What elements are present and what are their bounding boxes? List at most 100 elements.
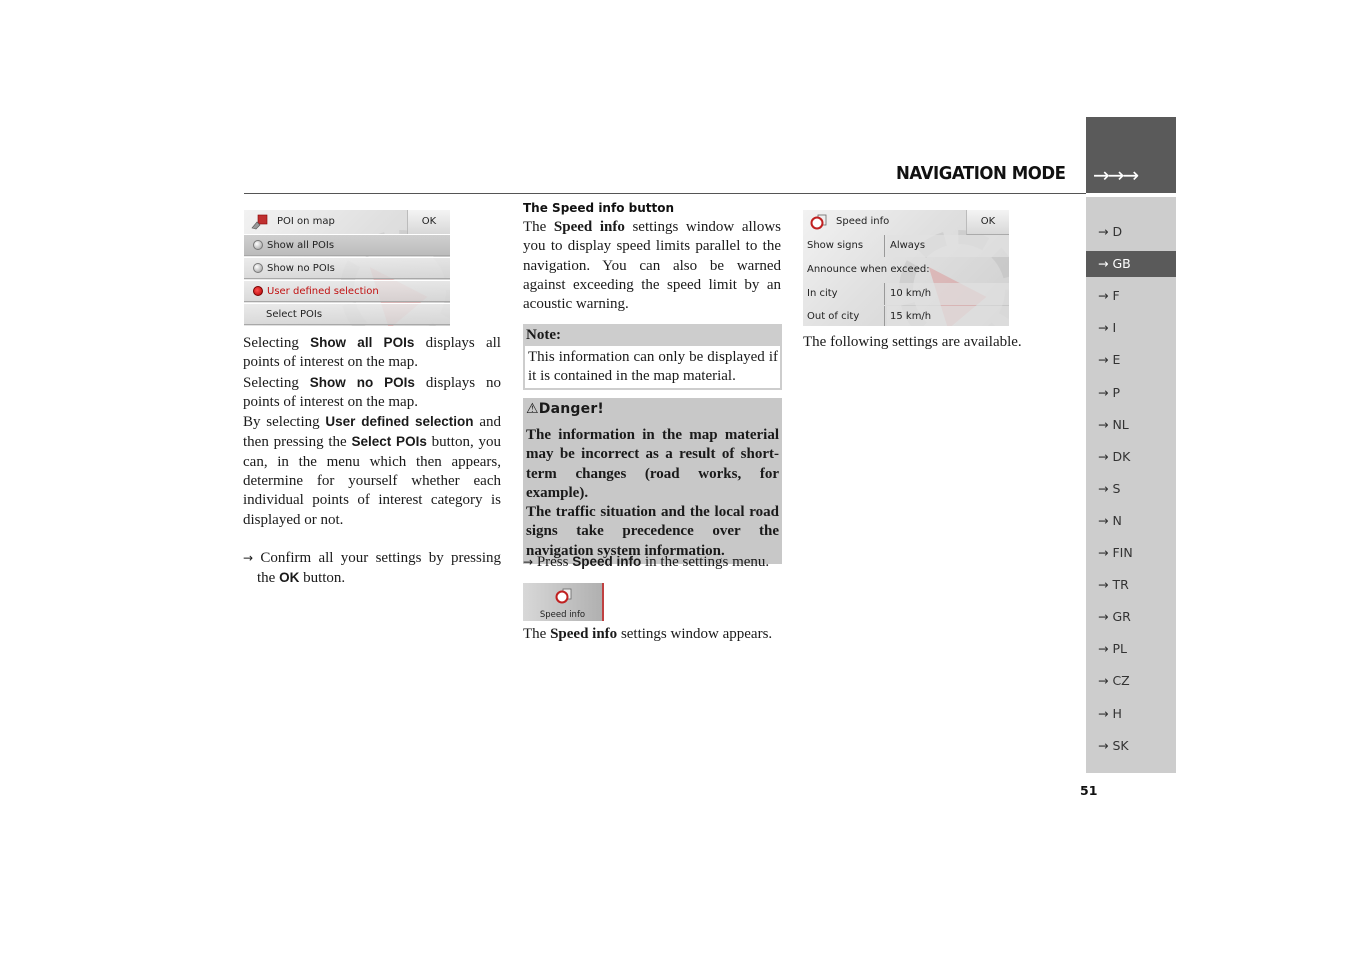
arrow-icon: → xyxy=(1098,416,1113,432)
section-title: NAVIGATION MODE xyxy=(896,163,1066,184)
language-tab-i[interactable]: → I xyxy=(1086,315,1176,341)
language-tab-n[interactable]: → N xyxy=(1086,508,1176,534)
arrow-icon: → xyxy=(1098,512,1113,528)
text: settings window appears. xyxy=(617,626,773,642)
option-label: User defined selection xyxy=(267,286,379,297)
term: Select POIs xyxy=(351,434,427,450)
text: The xyxy=(523,626,551,642)
text: button. xyxy=(299,570,346,587)
arrow-icon: → xyxy=(1098,480,1113,496)
settings-available-text: The following settings are available. xyxy=(803,334,1022,350)
subsection-heading: The Speed info button xyxy=(523,201,675,215)
danger-box: ⚠Danger! The information in the map mate… xyxy=(523,398,782,565)
language-tab-cz[interactable]: → CZ xyxy=(1086,668,1176,694)
note-body: This information can only be displayed i… xyxy=(523,346,782,390)
language-code: GR xyxy=(1112,609,1131,625)
screen-title: POI on map xyxy=(277,216,335,227)
term: Speed info xyxy=(572,554,642,569)
arrow-icon: → xyxy=(523,555,534,569)
danger-heading: ⚠Danger! xyxy=(526,398,779,420)
page-number: 51 xyxy=(1080,783,1098,798)
paragraph-show-all: Selecting Show all POIs displays all poi… xyxy=(243,333,501,373)
language-code: D xyxy=(1112,224,1123,239)
text: Press xyxy=(536,554,573,570)
in-city-value[interactable]: 10 km/h xyxy=(887,283,1009,305)
language-code: SK xyxy=(1112,737,1129,753)
arrow-icon: → xyxy=(1098,288,1113,304)
in-city-row: In city 10 km/h xyxy=(803,283,1009,305)
language-code: CZ xyxy=(1112,673,1130,689)
ok-button[interactable]: OK xyxy=(966,210,1009,235)
language-code: TR xyxy=(1112,577,1129,593)
text: Selecting xyxy=(243,335,311,351)
language-tab-dk[interactable]: → DK xyxy=(1086,444,1176,470)
term: User defined selection xyxy=(325,414,474,430)
window-appears-text: The Speed info settings window appears. xyxy=(523,625,781,644)
in-city-label: In city xyxy=(803,283,885,305)
arrow-icon: → xyxy=(1098,224,1113,239)
language-code: NL xyxy=(1112,416,1129,432)
arrow-icon: → xyxy=(1098,384,1113,400)
language-code: GB xyxy=(1112,256,1131,272)
language-tab-tr[interactable]: → TR xyxy=(1086,572,1176,598)
option-show-all-pois[interactable]: Show all POIs xyxy=(244,234,450,256)
language-tab-fin[interactable]: → FIN xyxy=(1086,540,1176,566)
language-tab-p[interactable]: → P xyxy=(1086,380,1176,406)
option-show-no-pois[interactable]: Show no POIs xyxy=(244,257,450,279)
arrow-icon: → xyxy=(1098,641,1113,657)
language-tab-sk[interactable]: → SK xyxy=(1086,733,1176,759)
option-user-defined[interactable]: User defined selection xyxy=(244,280,450,302)
step-confirm: → Confirm all your settings by pressing … xyxy=(243,549,501,589)
paragraph-show-no: Selecting Show no POIs displays no point… xyxy=(243,373,501,413)
language-tab-gr[interactable]: → GR xyxy=(1086,604,1176,630)
language-tab-gb[interactable]: → GB xyxy=(1086,251,1176,278)
out-of-city-value[interactable]: 15 km/h xyxy=(887,306,1009,326)
arrow-icon: → xyxy=(1098,609,1113,625)
language-tab-s[interactable]: → S xyxy=(1086,476,1176,502)
speed-info-button[interactable]: Speed info xyxy=(523,583,604,621)
header-rule xyxy=(244,193,1086,194)
button-label: Speed info xyxy=(539,610,586,620)
language-code: DK xyxy=(1112,448,1131,464)
step-press-speed-info: → Press Speed info in the settings menu. xyxy=(523,552,781,572)
button-label: Select POIs xyxy=(266,309,323,320)
show-signs-value[interactable]: Always xyxy=(887,235,1009,257)
language-code: FIN xyxy=(1112,545,1133,560)
out-of-city-label: Out of city xyxy=(803,306,885,326)
danger-paragraph: The information in the map material may … xyxy=(526,427,779,501)
language-tab-nl[interactable]: → NL xyxy=(1086,412,1176,438)
term: Show all POIs xyxy=(310,335,415,350)
note-box: Note: This information can only be displ… xyxy=(523,324,782,390)
radio-selected-icon xyxy=(253,286,263,296)
triple-arrow-icon: →→→ xyxy=(1093,163,1139,187)
language-tab-d[interactable]: → D xyxy=(1086,219,1176,245)
arrow-icon: → xyxy=(1098,448,1113,464)
out-of-city-row: Out of city 15 km/h xyxy=(803,306,1009,326)
language-sidebar: → D → GB → F → I → E → P → NL → DK → S → N → FIN → … xyxy=(1086,197,1176,773)
arrow-icon: → xyxy=(1098,320,1113,336)
language-tab-pl[interactable]: → PL xyxy=(1086,636,1176,662)
language-tab-e[interactable]: → E xyxy=(1086,347,1176,373)
arrow-icon: → xyxy=(1098,256,1113,272)
language-code: E xyxy=(1112,352,1121,368)
arrow-icon: → xyxy=(1098,673,1113,689)
speed-sign-icon xyxy=(555,588,572,604)
text: in the settings menu. xyxy=(641,554,770,570)
language-code: H xyxy=(1112,705,1122,721)
language-code: I xyxy=(1112,320,1117,336)
language-code: S xyxy=(1112,480,1121,496)
announce-label: Announce when exceed: xyxy=(807,264,930,275)
ok-button[interactable]: OK xyxy=(407,210,450,235)
language-code: PL xyxy=(1112,641,1127,657)
term: Speed info xyxy=(550,626,618,642)
text: Selecting xyxy=(243,374,310,391)
arrow-icon: → xyxy=(1098,577,1113,593)
language-tab-f[interactable]: → F xyxy=(1086,283,1176,309)
arrow-icon: → xyxy=(1098,705,1113,721)
warning-icon: ⚠ xyxy=(526,401,539,417)
intro-paragraph: The Speed info settings window allows yo… xyxy=(523,218,781,314)
language-tab-h[interactable]: → H xyxy=(1086,701,1176,727)
select-pois-button[interactable]: Select POIs xyxy=(244,303,450,325)
speed-info-screen: Speed info OK Show signs Always Announce… xyxy=(803,210,1009,326)
screen-title: Speed info xyxy=(836,216,890,227)
